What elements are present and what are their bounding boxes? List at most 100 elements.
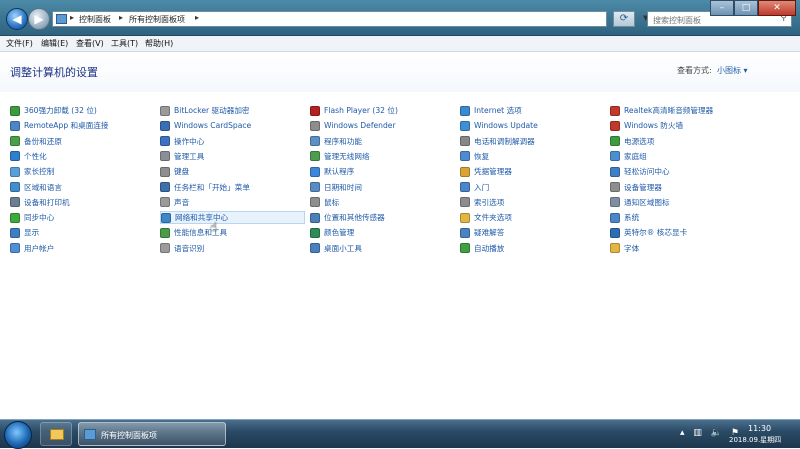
control-panel-item-label: 家长控制	[24, 167, 55, 177]
menu-tools[interactable]: 工具(T)	[111, 38, 138, 49]
control-panel-item[interactable]: 疑难解答	[460, 226, 504, 239]
control-panel-item[interactable]: Flash Player (32 位)	[310, 104, 398, 117]
control-panel-item[interactable]: 英特尔® 核芯显卡	[610, 226, 687, 239]
control-panel-item-label: 同步中心	[24, 213, 55, 223]
control-panel-item-label: 鼠标	[324, 197, 340, 207]
control-panel-item[interactable]: 电话和调制解调器	[460, 135, 535, 148]
menu-edit[interactable]: 编辑(E)	[41, 38, 68, 49]
control-panel-item[interactable]: Windows Update	[460, 119, 538, 132]
control-panel-item-icon	[610, 197, 620, 208]
control-panel-item[interactable]: 设备管理器	[610, 181, 662, 194]
back-button[interactable]: ◀	[6, 8, 28, 30]
breadcrumb-separator-icon[interactable]: ▸	[119, 13, 123, 22]
control-panel-item[interactable]: RemoteApp 和桌面连接	[10, 119, 109, 132]
control-panel-item-icon	[310, 212, 320, 223]
start-button[interactable]	[4, 421, 32, 449]
close-button[interactable]: ✕	[758, 0, 796, 16]
control-panel-item[interactable]: 家庭组	[610, 150, 647, 163]
taskbar-control-panel-task[interactable]: 所有控制面板项	[78, 422, 226, 446]
maximize-button[interactable]: □	[734, 0, 758, 16]
taskbar-task-label: 所有控制面板项	[101, 431, 157, 440]
control-panel-item-label: 备份和还原	[24, 136, 62, 146]
control-panel-item-icon	[460, 166, 470, 177]
control-panel-item[interactable]: 语音识别	[160, 242, 204, 255]
control-panel-item[interactable]: 桌面小工具	[310, 242, 362, 255]
control-panel-item-label: 英特尔® 核芯显卡	[624, 228, 688, 238]
control-panel-item[interactable]: 自动播放	[460, 242, 504, 255]
control-panel-item[interactable]: 电源选项	[610, 135, 654, 148]
page-title: 调整计算机的设置	[10, 66, 98, 79]
control-panel-item-label: 电源选项	[624, 136, 655, 146]
control-panel-item[interactable]: 恢复	[460, 150, 489, 163]
control-panel-item[interactable]: 显示	[10, 226, 39, 239]
taskbar: 所有控制面板项 ▴ ▥ 🔈 ⚑ 11:30 2018.09.星期四	[0, 419, 800, 449]
refresh-button[interactable]: ⟳	[613, 11, 635, 27]
control-panel-item[interactable]: 备份和还原	[10, 135, 62, 148]
control-panel-item[interactable]: 同步中心	[10, 211, 54, 224]
control-panel-item[interactable]: 键盘	[160, 165, 189, 178]
menu-view[interactable]: 查看(V)	[76, 38, 104, 49]
control-panel-item-icon	[610, 151, 620, 162]
window-controls: – □ ✕	[710, 0, 796, 18]
control-panel-item-icon	[460, 120, 470, 131]
control-panel-item[interactable]: 默认程序	[310, 165, 354, 178]
control-panel-item[interactable]: 系统	[610, 211, 639, 224]
breadcrumb-separator-icon[interactable]: ▸	[195, 13, 199, 22]
control-panel-item[interactable]: 入门	[460, 181, 489, 194]
control-panel-item[interactable]: Windows 防火墙	[610, 119, 683, 132]
volume-icon[interactable]: 🔈	[711, 428, 722, 438]
breadcrumb-separator-icon[interactable]: ▸	[70, 13, 74, 22]
control-panel-item[interactable]: 凭据管理器	[460, 165, 512, 178]
view-by-selector[interactable]: 小图标 ▾	[717, 65, 748, 76]
control-panel-item[interactable]: 管理工具	[160, 150, 204, 163]
control-panel-item[interactable]: Realtek高清晰音频管理器	[610, 104, 713, 117]
control-panel-item-icon	[310, 243, 320, 254]
control-panel-item[interactable]: 任务栏和「开始」菜单	[160, 181, 250, 194]
control-panel-item-label: RemoteApp 和桌面连接	[24, 121, 109, 131]
minimize-button[interactable]: –	[710, 0, 734, 16]
breadcrumb-control-panel[interactable]: 控制面板	[79, 14, 111, 25]
taskbar-explorer-button[interactable]	[40, 422, 72, 446]
address-bar[interactable]: ▸ 控制面板 ▸ 所有控制面板项 ▸ ▼	[52, 11, 648, 27]
control-panel-item[interactable]: Windows CardSpace	[160, 119, 251, 132]
control-panel-item-label: 设备和打印机	[24, 197, 70, 207]
control-panel-item[interactable]: 索引选项	[460, 196, 504, 209]
control-panel-item[interactable]: 个性化	[10, 150, 47, 163]
control-panel-item[interactable]: 网络和共享中心	[160, 211, 305, 225]
control-panel-item-label: 轻松访问中心	[624, 167, 670, 177]
clock-date[interactable]: 2018.09.星期四	[729, 435, 781, 445]
control-panel-item-label: 声音	[174, 197, 190, 207]
network-icon[interactable]: ▥	[693, 428, 702, 438]
control-panel-item[interactable]: 家长控制	[10, 165, 54, 178]
breadcrumb-all-items[interactable]: 所有控制面板项	[129, 14, 185, 25]
control-panel-item[interactable]: Internet 选项	[460, 104, 522, 117]
control-panel-item[interactable]: 操作中心	[160, 135, 204, 148]
control-panel-item[interactable]: 声音	[160, 196, 189, 209]
content-header: 调整计算机的设置 查看方式: 小图标 ▾	[0, 52, 800, 92]
control-panel-item[interactable]: 位置和其他传感器	[310, 211, 385, 224]
view-by-label: 查看方式:	[677, 66, 712, 75]
control-panel-item[interactable]: Windows Defender	[310, 119, 396, 132]
control-panel-item[interactable]: 日期和时间	[310, 181, 362, 194]
clock-time[interactable]: 11:30	[748, 424, 771, 433]
control-panel-item[interactable]: 文件夹选项	[460, 211, 512, 224]
control-panel-item[interactable]: 区域和语言	[10, 181, 62, 194]
control-panel-item[interactable]: 设备和打印机	[10, 196, 70, 209]
control-panel-item[interactable]: BitLocker 驱动器加密	[160, 104, 250, 117]
forward-button[interactable]: ▶	[28, 8, 50, 30]
menu-file[interactable]: 文件(F)	[6, 38, 33, 49]
control-panel-item[interactable]: 用户帐户	[10, 242, 54, 255]
control-panel-item[interactable]: 字体	[610, 242, 639, 255]
tray-expand-icon[interactable]: ▴	[680, 428, 685, 438]
menu-help[interactable]: 帮助(H)	[145, 38, 173, 49]
control-panel-item[interactable]: 轻松访问中心	[610, 165, 670, 178]
control-panel-item[interactable]: 鼠标	[310, 196, 339, 209]
control-panel-item[interactable]: 管理无线网络	[310, 150, 370, 163]
control-panel-item[interactable]: 程序和功能	[310, 135, 362, 148]
control-panel-item-label: 系统	[624, 213, 640, 223]
control-panel-item-icon	[10, 136, 20, 147]
control-panel-item[interactable]: 360强力卸载 (32 位)	[10, 104, 97, 117]
control-panel-item[interactable]: 颜色管理	[310, 226, 354, 239]
control-panel-item[interactable]: 通知区域图标	[610, 196, 670, 209]
control-panel-item-icon	[460, 105, 470, 116]
